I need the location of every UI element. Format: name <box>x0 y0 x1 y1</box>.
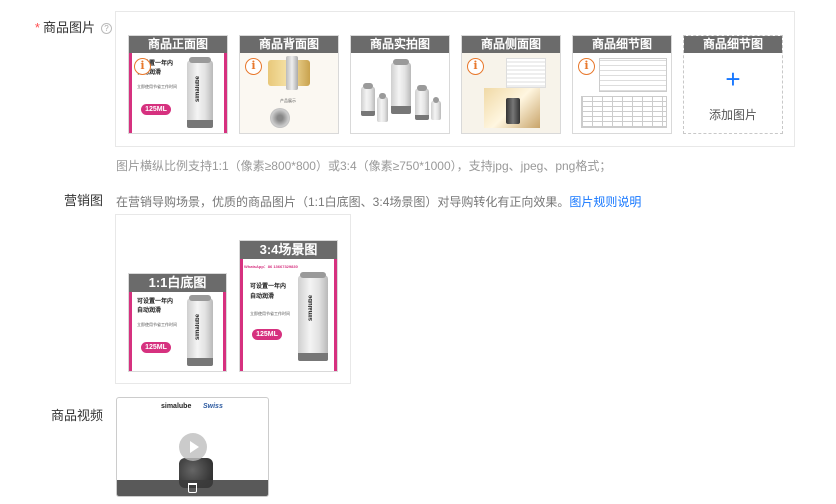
slot-caption: 商品细节图 <box>684 36 782 53</box>
spec-sheet <box>506 58 546 88</box>
pump-image <box>506 98 520 124</box>
image-slot-front[interactable]: 商品正面图 i 可设置一年内 自动润滑 立即使用节省工作时间 125ML sim… <box>128 35 228 134</box>
bottle-small-right <box>415 85 429 120</box>
warning-icon[interactable]: i <box>134 58 151 75</box>
video-toolbar <box>117 480 268 496</box>
brand-text: simalube <box>195 314 201 341</box>
product-video[interactable]: simalube Swiss <box>116 397 269 497</box>
product-bottle: simalube <box>187 57 213 128</box>
question-circle-icon[interactable]: ? <box>101 23 112 34</box>
add-image-label: 添加图片 <box>708 108 757 122</box>
brand-text: simalube <box>308 295 314 322</box>
image-slot-side[interactable]: 商品侧面图 i <box>461 35 561 134</box>
back-caption: 产品展示 <box>280 98 296 103</box>
warning-icon[interactable]: i <box>245 58 262 75</box>
product-images-label: * 商品图片? <box>20 17 112 36</box>
art-line1: 可设置一年内 <box>137 299 174 305</box>
marketing-caption: 3:4场景图 <box>240 241 337 259</box>
whatsapp-text: WhatsApp：86 13667329830 <box>244 264 298 269</box>
slot-caption: 商品背面图 <box>240 36 338 53</box>
swiss-logo: Swiss <box>203 403 223 410</box>
marketing-scene-image[interactable]: 3:4场景图 WhatsApp：86 13667329830 可设置一年内 自动… <box>239 240 338 372</box>
product-bottle: simalube <box>298 272 328 361</box>
art-line2: 自动润滑 <box>250 294 275 300</box>
marketing-panel: 1:1白底图 可设置一年内 自动润滑 立即使用节省工作时间 125ML sima… <box>115 214 351 384</box>
machine-part <box>286 56 298 90</box>
required-mark: * <box>34 20 40 35</box>
bottle-tiny <box>431 97 441 120</box>
slot-caption: 商品实拍图 <box>351 36 449 53</box>
plus-icon: + <box>725 64 741 94</box>
art-subline: 立即使用节省工作时间 <box>137 322 177 327</box>
gear-image <box>270 108 290 128</box>
art-line2: 自动润滑 <box>137 308 162 314</box>
marketing-description: 在营销导购场景，优质的商品图片（1:1白底图、3:4场景图）对导购转化有正向效果… <box>116 195 642 209</box>
bottle-large <box>391 59 411 114</box>
volume-pill: 125ML <box>252 329 282 340</box>
video-label: 商品视频 <box>50 408 103 423</box>
image-slot-back[interactable]: 商品背面图 i 产品展示 <box>239 35 339 134</box>
image-slot-real[interactable]: 商品实拍图 <box>350 35 450 134</box>
image-rules-link[interactable]: 图片规则说明 <box>569 195 641 209</box>
marketing-caption: 1:1白底图 <box>129 274 226 292</box>
trash-icon[interactable] <box>188 483 197 493</box>
spec-table <box>599 58 667 92</box>
warning-icon[interactable]: i <box>578 58 595 75</box>
bottle-small-mid <box>377 93 388 122</box>
art-line1: 可设置一年内 <box>250 284 287 290</box>
bottle-small-left <box>361 83 375 116</box>
art-subline: 立即使用节省工作时间 <box>137 84 177 89</box>
slot-caption: 商品细节图 <box>573 36 671 53</box>
add-image-button[interactable]: 商品细节图 + 添加图片 <box>683 35 783 134</box>
spec-table-2 <box>581 96 667 128</box>
slot-caption: 商品正面图 <box>129 36 227 53</box>
play-icon[interactable] <box>179 433 207 461</box>
art-subline: 立即使用节省工作时间 <box>250 311 290 316</box>
warning-icon[interactable]: i <box>467 58 484 75</box>
volume-pill: 125ML <box>141 104 171 115</box>
slot-caption: 商品侧面图 <box>462 36 560 53</box>
image-slot-detail[interactable]: 商品细节图 i <box>572 35 672 134</box>
marketing-label: 营销图 <box>63 193 103 208</box>
product-images-panel: 商品正面图 i 可设置一年内 自动润滑 立即使用节省工作时间 125ML sim… <box>115 11 795 147</box>
marketing-square-image[interactable]: 1:1白底图 可设置一年内 自动润滑 立即使用节省工作时间 125ML sima… <box>128 273 227 372</box>
brand-logo: simalube <box>161 403 192 410</box>
image-format-hint: 图片横纵比例支持1:1（像素≥800*800）或3:4（像素≥750*1000）… <box>116 159 612 173</box>
brand-text: simalube <box>195 76 201 103</box>
product-bottle: simalube <box>187 295 213 366</box>
volume-pill: 125ML <box>141 342 171 353</box>
